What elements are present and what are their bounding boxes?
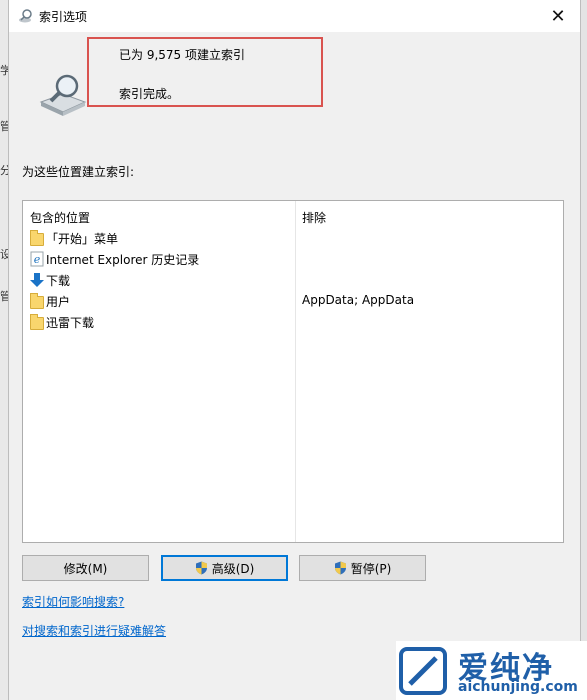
location-name: 「开始」菜单 [46,232,119,246]
site-watermark: 爱纯净 aichunjing.com [396,641,587,700]
location-name: 迅雷下载 [46,316,95,330]
pause-button[interactable]: 暂停(P) [299,555,426,581]
close-icon: ✕ [550,5,566,27]
indexing-options-dialog: 索引选项 ✕ 已为 9,575 项建立索引 索引完成。 为这些位置建立索引: 包… [8,0,581,700]
list-item[interactable]: 「开始」菜单 [23,227,563,248]
svg-text:e: e [34,253,41,266]
watermark-url: aichunjing.com [458,679,578,695]
locations-label: 为这些位置建立索引: [22,165,135,179]
troubleshoot-search-link[interactable]: 对搜索和索引进行疑难解答 [22,622,166,639]
column-header-excluded[interactable]: 排除 [302,209,326,226]
folder-icon [29,230,45,246]
location-name: 用户 [46,295,71,309]
list-item[interactable]: e Internet Explorer 历史记录 [23,248,563,269]
indexed-count-text: 已为 9,575 项建立索引 [119,48,245,62]
how-indexing-affects-search-link[interactable]: 索引如何影响搜索? [22,593,124,610]
indexed-locations-list[interactable]: 包含的位置 排除 「开始」菜单 e Internet Explorer 历史记录… [22,200,564,543]
download-arrow-icon [30,273,44,287]
location-name: 下载 [46,274,71,288]
folder-icon [29,314,45,330]
window-title: 索引选项 [39,10,88,24]
uac-shield-icon [334,561,346,575]
pause-button-label: 暂停(P) [350,561,392,576]
list-item[interactable]: 迅雷下载 [23,311,563,332]
folder-icon [29,293,45,309]
watermark-logo-icon [399,647,447,695]
list-item[interactable]: 下载 [23,269,563,290]
close-button[interactable]: ✕ [536,0,580,32]
indexing-status-text: 索引完成。 [119,87,180,101]
excluded-value: AppData; AppData [302,293,415,307]
column-header-included[interactable]: 包含的位置 [30,209,90,226]
ie-icon: e [30,251,44,267]
indexing-drive-magnifier-icon [39,74,87,116]
advanced-button[interactable]: 高级(D) [161,555,288,581]
uac-shield-icon [195,561,207,575]
title-bar[interactable]: 索引选项 ✕ [9,0,580,32]
advanced-button-label: 高级(D) [211,561,255,576]
list-item[interactable]: 用户 AppData; AppData [23,290,563,311]
location-name: Internet Explorer 历史记录 [46,253,200,267]
modify-button[interactable]: 修改(M) [22,555,149,581]
indexing-options-icon [19,9,32,23]
modify-button-label: 修改(M) [63,561,108,576]
